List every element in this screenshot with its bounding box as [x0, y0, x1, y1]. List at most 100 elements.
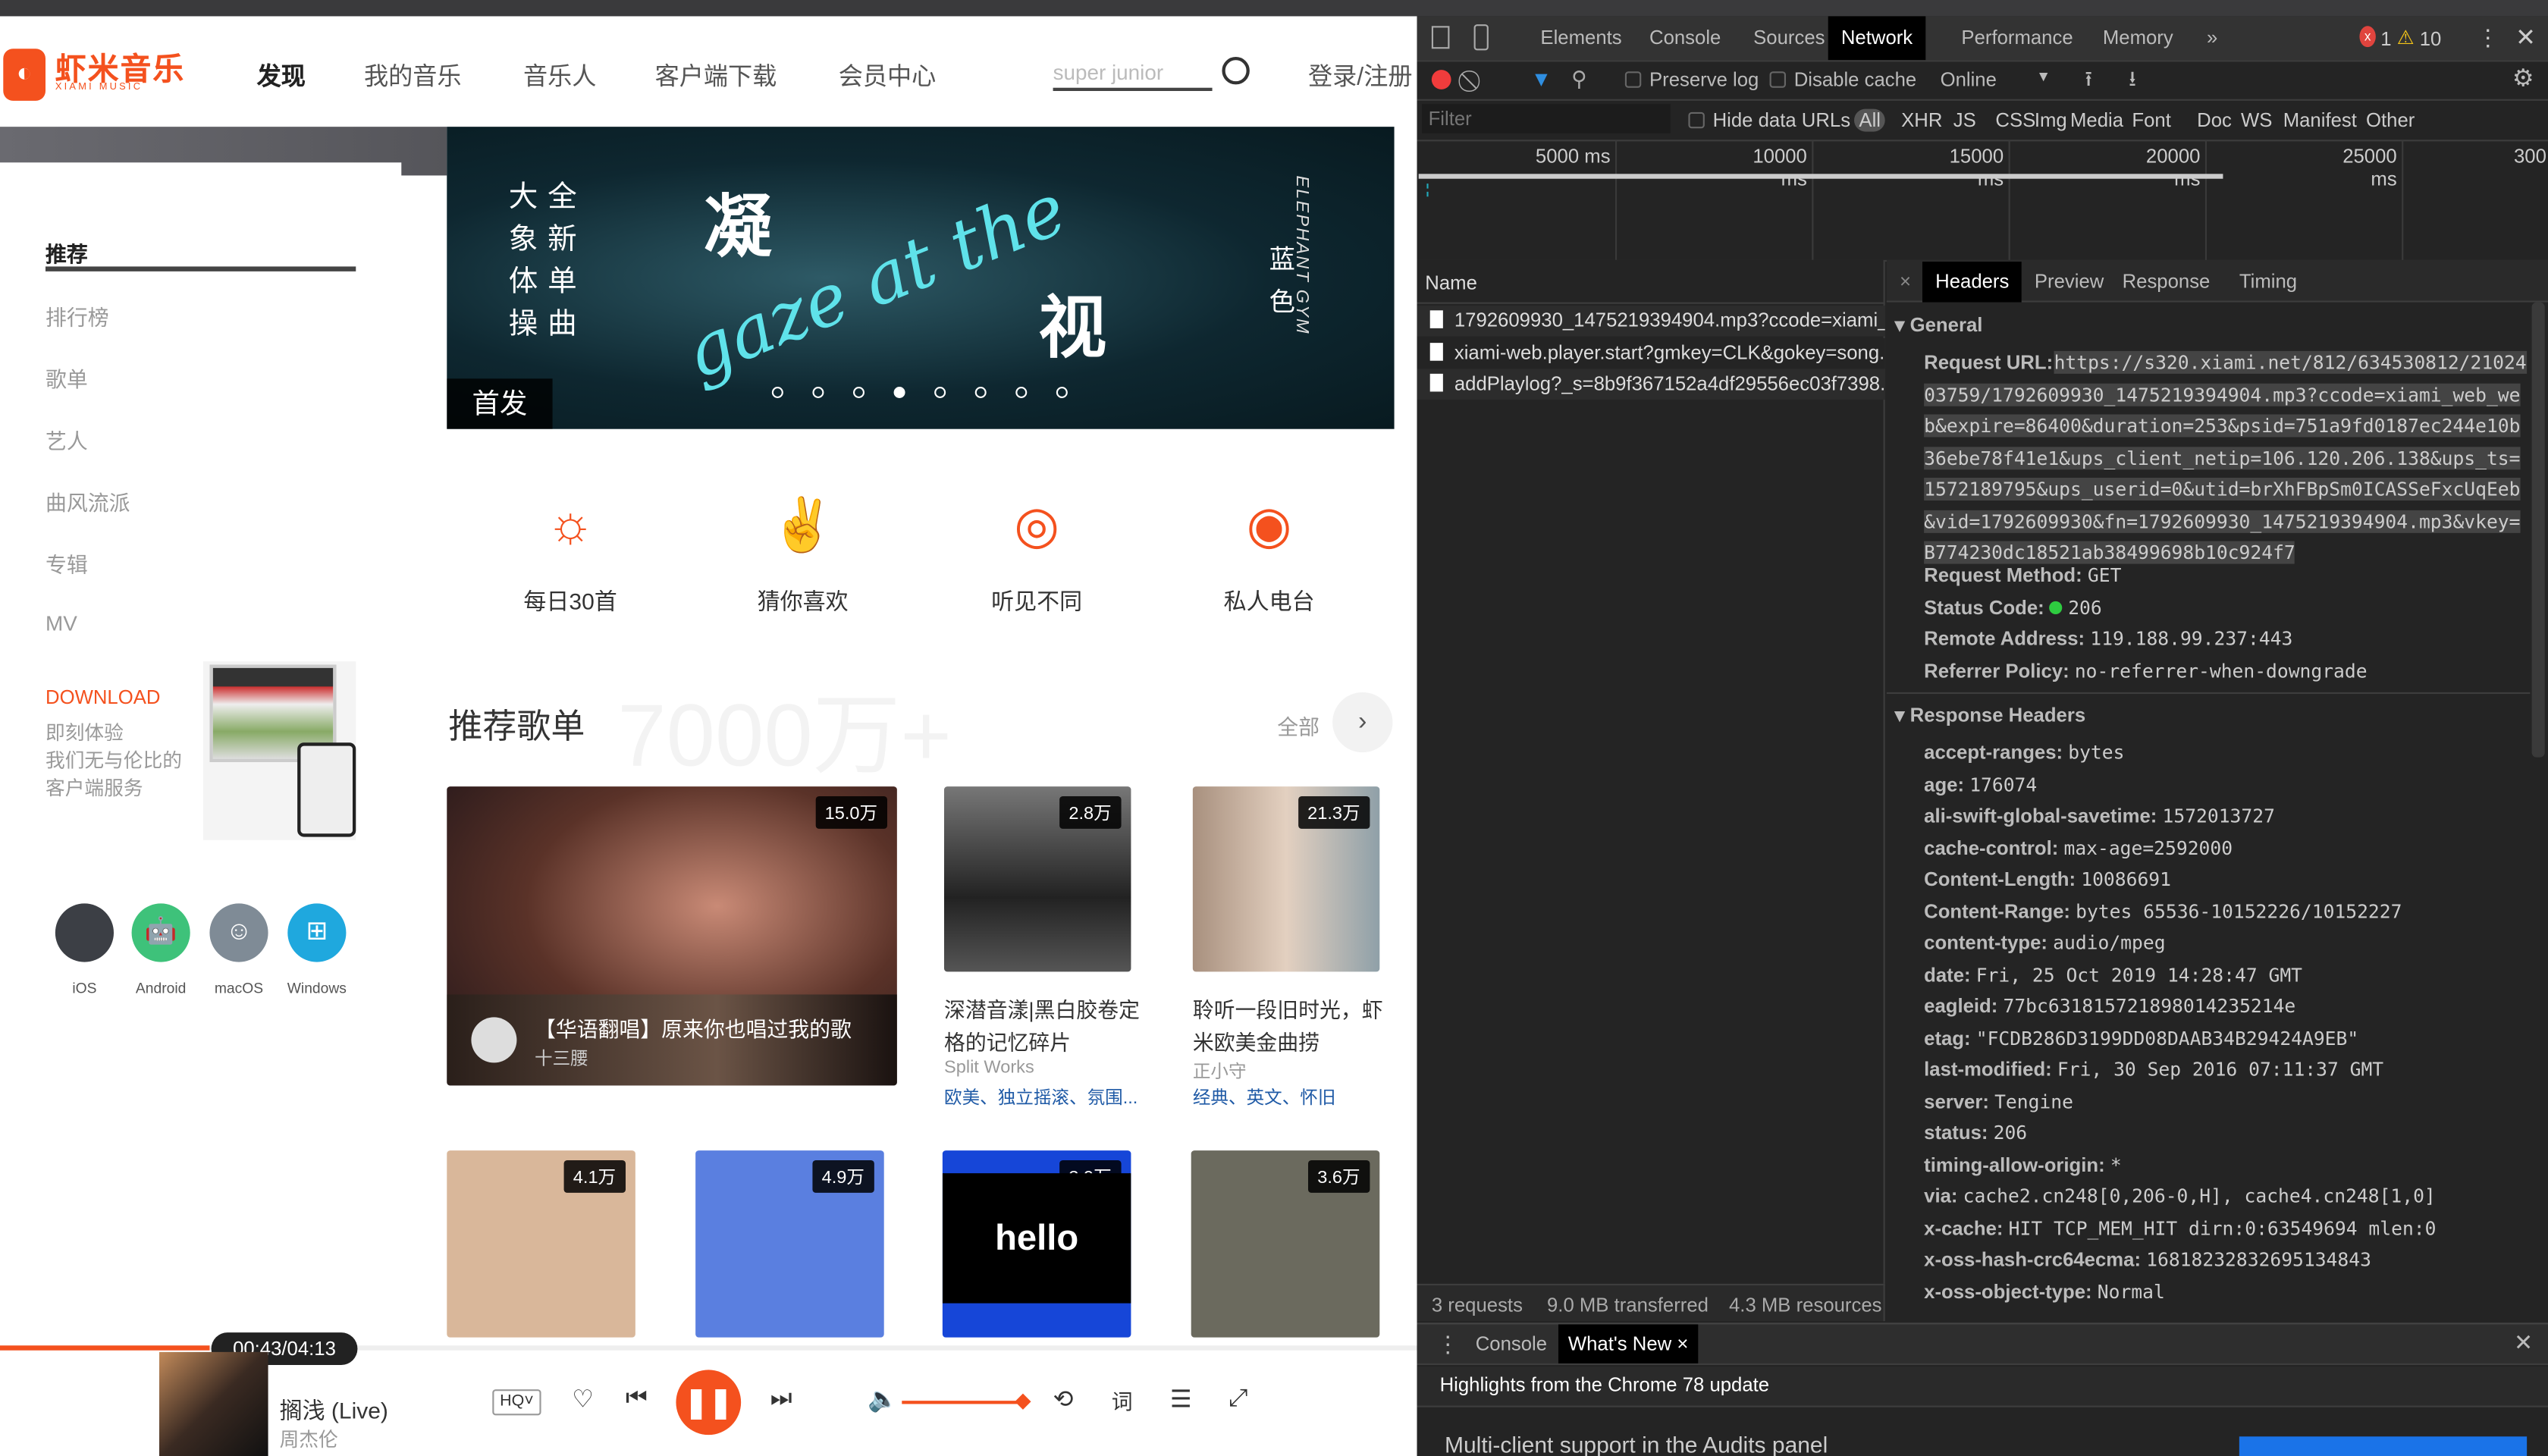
- chevron-right-icon[interactable]: ›: [1332, 692, 1393, 753]
- carousel-dot[interactable]: [893, 386, 905, 398]
- close-drawer-icon[interactable]: ✕: [2514, 1329, 2533, 1357]
- nav-my-music[interactable]: 我的音乐: [364, 58, 462, 93]
- warning-icon[interactable]: ⚠: [2397, 26, 2415, 49]
- playlist-card[interactable]: 3.6万: [1191, 1150, 1380, 1338]
- playlist-title[interactable]: 聆听一段旧时光，虾米欧美金曲捞: [1193, 994, 1396, 1059]
- import-har-icon[interactable]: ⭱: [2085, 65, 2092, 101]
- detail-tab-timing[interactable]: Timing: [2226, 262, 2310, 303]
- general-section-toggle[interactable]: ▾ General: [1895, 314, 1983, 337]
- scrollbar[interactable]: [2531, 302, 2545, 758]
- tab-console[interactable]: Console: [1636, 16, 1734, 60]
- request-row[interactable]: addPlaylog?_s=8b9f367152a4df29556ec03f73…: [1417, 369, 1885, 400]
- filter-type-img[interactable]: Img: [2035, 109, 2067, 132]
- search-icon[interactable]: ⚲: [1571, 67, 1586, 93]
- rock-hand-icon[interactable]: ✌: [767, 494, 838, 559]
- sidebar-item-albums[interactable]: 专辑: [46, 548, 88, 579]
- song-title[interactable]: 搁浅 (Live): [280, 1395, 388, 1427]
- platform-label[interactable]: Android: [121, 980, 202, 996]
- playlist-author[interactable]: 正小守: [1193, 1058, 1247, 1084]
- feature-label[interactable]: 每日30首: [497, 585, 644, 617]
- platform-ios-icon[interactable]: [55, 903, 114, 962]
- drawer-tab-whats-new[interactable]: What's New ×: [1558, 1324, 1699, 1363]
- feature-label[interactable]: 猜你喜欢: [730, 585, 876, 617]
- nav-discover[interactable]: 发现: [257, 58, 306, 93]
- planet-icon[interactable]: ◎: [1001, 494, 1072, 559]
- playlist-author[interactable]: Split Works: [944, 1058, 1034, 1078]
- gear-icon[interactable]: ⚙: [2512, 64, 2534, 93]
- close-icon[interactable]: ✕: [2515, 23, 2536, 52]
- sidebar-item-artists[interactable]: 艺人: [46, 424, 88, 455]
- volume-slider[interactable]: [902, 1393, 1031, 1410]
- request-row[interactable]: xiami-web.player.start?gmkey=CLK&gokey=s…: [1417, 337, 1885, 369]
- sidebar-item-genres[interactable]: 曲风流派: [46, 486, 130, 517]
- playlist-tags[interactable]: 经典、英文、怀旧: [1193, 1084, 1336, 1109]
- playlist-icon[interactable]: ☰: [1170, 1385, 1192, 1414]
- platform-label[interactable]: macOS: [198, 980, 279, 996]
- playlist-tags[interactable]: 欧美、独立摇滚、氛围...: [944, 1084, 1138, 1109]
- platform-label[interactable]: Windows: [276, 980, 357, 996]
- record-button[interactable]: [1431, 70, 1451, 89]
- repeat-icon[interactable]: ⟲: [1053, 1385, 1074, 1414]
- logo-icon[interactable]: ◐: [3, 49, 46, 101]
- filter-type-xhr[interactable]: XHR: [1901, 109, 1942, 132]
- download-title[interactable]: DOWNLOAD: [46, 686, 160, 708]
- quality-selector[interactable]: HQ˅: [492, 1389, 541, 1416]
- platform-windows-icon[interactable]: ⊞: [287, 903, 347, 962]
- login-link[interactable]: 登录/注册: [1308, 58, 1413, 93]
- playlist-card[interactable]: 4.9万: [695, 1150, 884, 1338]
- tab-elements[interactable]: Elements: [1527, 16, 1634, 60]
- carousel-dot[interactable]: [1015, 386, 1028, 398]
- drawer-tab-console[interactable]: Console: [1463, 1324, 1561, 1363]
- feature-label[interactable]: 私人电台: [1196, 585, 1342, 617]
- more-menu-icon[interactable]: ⋮: [2477, 24, 2499, 52]
- pause-button[interactable]: ❚❚: [676, 1370, 742, 1436]
- tab-network[interactable]: Network: [1828, 16, 1926, 61]
- search-icon[interactable]: [1222, 57, 1250, 85]
- radio-icon[interactable]: ◉: [1233, 494, 1304, 559]
- tab-more[interactable]: »: [2194, 16, 2231, 60]
- filter-type-other[interactable]: Other: [2366, 109, 2415, 132]
- detail-tab-response[interactable]: Response: [2109, 262, 2223, 303]
- name-column-header[interactable]: Name: [1425, 271, 1477, 294]
- next-icon[interactable]: ⏭: [770, 1385, 792, 1412]
- detail-tab-preview[interactable]: Preview: [2022, 262, 2117, 303]
- filter-type-doc[interactable]: Doc: [2197, 109, 2232, 132]
- filter-type-ws[interactable]: WS: [2241, 109, 2272, 132]
- response-headers-toggle[interactable]: ▾ Response Headers: [1895, 704, 2086, 726]
- album-art[interactable]: [159, 1351, 268, 1456]
- filter-type-all[interactable]: All: [1854, 108, 1886, 132]
- disable-cache-checkbox[interactable]: Disable cache: [1769, 68, 1916, 91]
- platform-label[interactable]: iOS: [44, 980, 125, 996]
- nav-musicians[interactable]: 音乐人: [523, 58, 596, 93]
- nav-download[interactable]: 客户端下载: [655, 58, 777, 93]
- warning-count[interactable]: 10: [2420, 27, 2442, 50]
- filter-input[interactable]: [1422, 104, 1671, 133]
- tab-performance[interactable]: Performance: [1948, 16, 2086, 60]
- sidebar-item-recommend[interactable]: 推荐: [46, 237, 88, 268]
- inspect-element-icon[interactable]: [1431, 26, 1450, 49]
- search-input[interactable]: [1053, 55, 1213, 91]
- carousel-dot[interactable]: [934, 386, 946, 398]
- nav-vip[interactable]: 会员中心: [839, 58, 937, 93]
- playlist-card[interactable]: 3.9万hello world: [942, 1150, 1131, 1338]
- featured-playlist-card[interactable]: 15.0万 【华语翻唱】原来你也唱过我的歌 十三腰: [447, 786, 897, 1086]
- previous-icon[interactable]: ⏮: [626, 1385, 648, 1412]
- request-url-value[interactable]: https://s320.xiami.net/812/634530812/210…: [1924, 348, 2528, 570]
- expand-icon[interactable]: ⤢: [1228, 1385, 1248, 1412]
- banner-carousel[interactable]: 大象体操 全新单曲 凝 视 gaze at the 蓝色 ELEPHANT GY…: [447, 127, 1395, 429]
- filter-type-css[interactable]: CSS: [1995, 109, 2035, 132]
- artist-name[interactable]: 周杰伦: [280, 1425, 338, 1452]
- device-toolbar-icon[interactable]: [1473, 24, 1489, 51]
- carousel-dot[interactable]: [974, 386, 987, 398]
- playlist-card[interactable]: 2.8万: [944, 786, 1131, 972]
- sidebar-item-charts[interactable]: 排行榜: [46, 300, 109, 331]
- export-har-icon[interactable]: ⭳: [2129, 65, 2136, 101]
- sun-30-icon[interactable]: ☼: [535, 494, 606, 559]
- devices-image[interactable]: [202, 661, 356, 840]
- whats-new-item[interactable]: Multi-client support in the Audits panel: [1445, 1432, 1828, 1456]
- filter-type-font[interactable]: Font: [2132, 109, 2170, 132]
- playlist-card[interactable]: 21.3万: [1192, 786, 1380, 972]
- carousel-dot[interactable]: [771, 386, 783, 398]
- close-detail-icon[interactable]: ×: [1900, 270, 1911, 293]
- platform-macos-icon[interactable]: ☺: [209, 903, 268, 962]
